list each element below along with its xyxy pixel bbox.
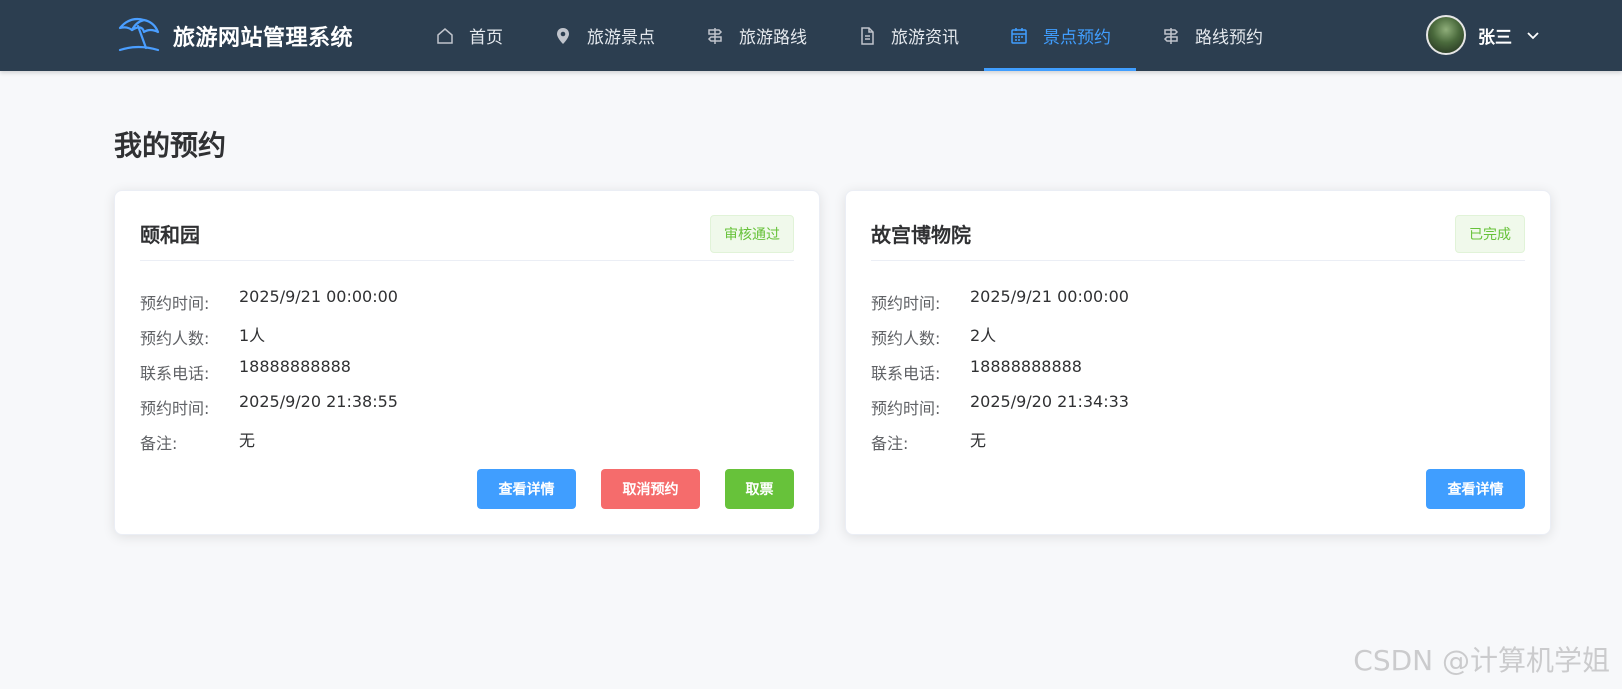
nav-item-news[interactable]: 旅游资讯: [832, 0, 984, 71]
brand-title: 旅游网站管理系统: [173, 26, 354, 51]
detail-row: 联系电话: 18888888888: [140, 357, 398, 392]
route-sign-icon: [705, 26, 725, 46]
detail-value: 1人: [239, 326, 266, 345]
booking-details: 预约时间: 2025/9/21 00:00:00 预约人数: 2人 联系电话: …: [871, 287, 1129, 462]
view-details-button[interactable]: 查看详情: [477, 469, 576, 509]
collect-ticket-button[interactable]: 取票: [725, 469, 794, 509]
detail-label: 预约时间:: [140, 399, 210, 418]
attraction-name: 颐和园: [140, 223, 200, 247]
detail-row: 预约时间: 2025/9/20 21:38:55: [140, 392, 398, 427]
nav-item-routes[interactable]: 旅游路线: [680, 0, 832, 71]
booking-details: 预约时间: 2025/9/21 00:00:00 预约人数: 1人 联系电话: …: [140, 287, 398, 462]
detail-row: 预约时间: 2025/9/21 00:00:00: [871, 287, 1129, 322]
main-nav: 首页 旅游景点 旅游路线 旅游资讯 景点预约 路线预约: [410, 0, 1288, 71]
detail-value: 无: [970, 431, 987, 450]
detail-value: 无: [239, 431, 256, 450]
detail-value: 2025/9/20 21:38:55: [239, 392, 398, 411]
detail-value: 2025/9/20 21:34:33: [970, 392, 1129, 411]
detail-value: 18888888888: [970, 357, 1082, 376]
cancel-booking-button[interactable]: 取消预约: [601, 469, 700, 509]
location-pin-icon: [553, 26, 573, 46]
detail-label: 联系电话:: [140, 364, 210, 383]
detail-row: 预约时间: 2025/9/20 21:34:33: [871, 392, 1129, 427]
beach-umbrella-icon: [116, 14, 162, 58]
detail-label: 预约时间:: [871, 399, 941, 418]
route-sign-icon: [1161, 26, 1181, 46]
detail-label: 预约时间:: [871, 294, 941, 313]
nav-item-label: 旅游景点: [587, 28, 655, 48]
nav-item-label: 景点预约: [1043, 28, 1111, 48]
detail-label: 备注:: [140, 434, 178, 453]
detail-row: 预约人数: 2人: [871, 322, 1129, 357]
detail-label: 联系电话:: [871, 364, 941, 383]
chevron-down-icon: [1527, 32, 1539, 40]
calendar-icon: [1009, 26, 1029, 46]
nav-item-attraction-booking[interactable]: 景点预约: [984, 0, 1136, 71]
detail-row: 预约人数: 1人: [140, 322, 398, 357]
nav-item-label: 路线预约: [1195, 28, 1263, 48]
detail-row: 备注: 无: [140, 427, 398, 462]
avatar[interactable]: [1426, 15, 1466, 55]
detail-row: 联系电话: 18888888888: [871, 357, 1129, 392]
nav-item-label: 旅游资讯: [891, 28, 959, 48]
card-actions: 查看详情 取消预约 取票: [477, 469, 794, 509]
brand[interactable]: 旅游网站管理系统: [116, 14, 353, 58]
card-header: 故宫博物院 已完成: [871, 207, 1525, 261]
user-name: 张三: [1478, 27, 1512, 48]
user-menu[interactable]: 张三: [1426, 14, 1540, 56]
card-header: 颐和园 审核通过: [140, 207, 794, 261]
attraction-name: 故宫博物院: [871, 223, 971, 247]
page-title: 我的预约: [114, 129, 227, 162]
detail-value: 2025/9/21 00:00:00: [239, 287, 398, 306]
status-badge: 已完成: [1455, 214, 1525, 253]
nav-item-route-booking[interactable]: 路线预约: [1136, 0, 1288, 71]
nav-item-label: 旅游路线: [739, 28, 807, 48]
detail-label: 备注:: [871, 434, 909, 453]
detail-label: 预约时间:: [140, 294, 210, 313]
detail-value: 2人: [970, 326, 997, 345]
nav-item-attractions[interactable]: 旅游景点: [528, 0, 680, 71]
detail-value: 2025/9/21 00:00:00: [970, 287, 1129, 306]
booking-card: 故宫博物院 已完成 预约时间: 2025/9/21 00:00:00 预约人数:…: [845, 190, 1551, 535]
home-icon: [435, 26, 455, 46]
nav-item-label: 首页: [469, 28, 503, 48]
top-navbar: 旅游网站管理系统 首页 旅游景点 旅游路线 旅游资讯 景点预约 路线预约 张三: [0, 0, 1622, 71]
watermark: CSDN @计算机学姐: [1353, 644, 1610, 677]
status-badge: 审核通过: [710, 214, 794, 253]
detail-label: 预约人数:: [140, 329, 210, 348]
booking-card: 颐和园 审核通过 预约时间: 2025/9/21 00:00:00 预约人数: …: [114, 190, 820, 535]
detail-value: 18888888888: [239, 357, 351, 376]
document-icon: [857, 26, 877, 46]
detail-row: 备注: 无: [871, 427, 1129, 462]
detail-row: 预约时间: 2025/9/21 00:00:00: [140, 287, 398, 322]
card-actions: 查看详情: [1426, 469, 1525, 509]
view-details-button[interactable]: 查看详情: [1426, 469, 1525, 509]
nav-item-home[interactable]: 首页: [410, 0, 528, 71]
detail-label: 预约人数:: [871, 329, 941, 348]
